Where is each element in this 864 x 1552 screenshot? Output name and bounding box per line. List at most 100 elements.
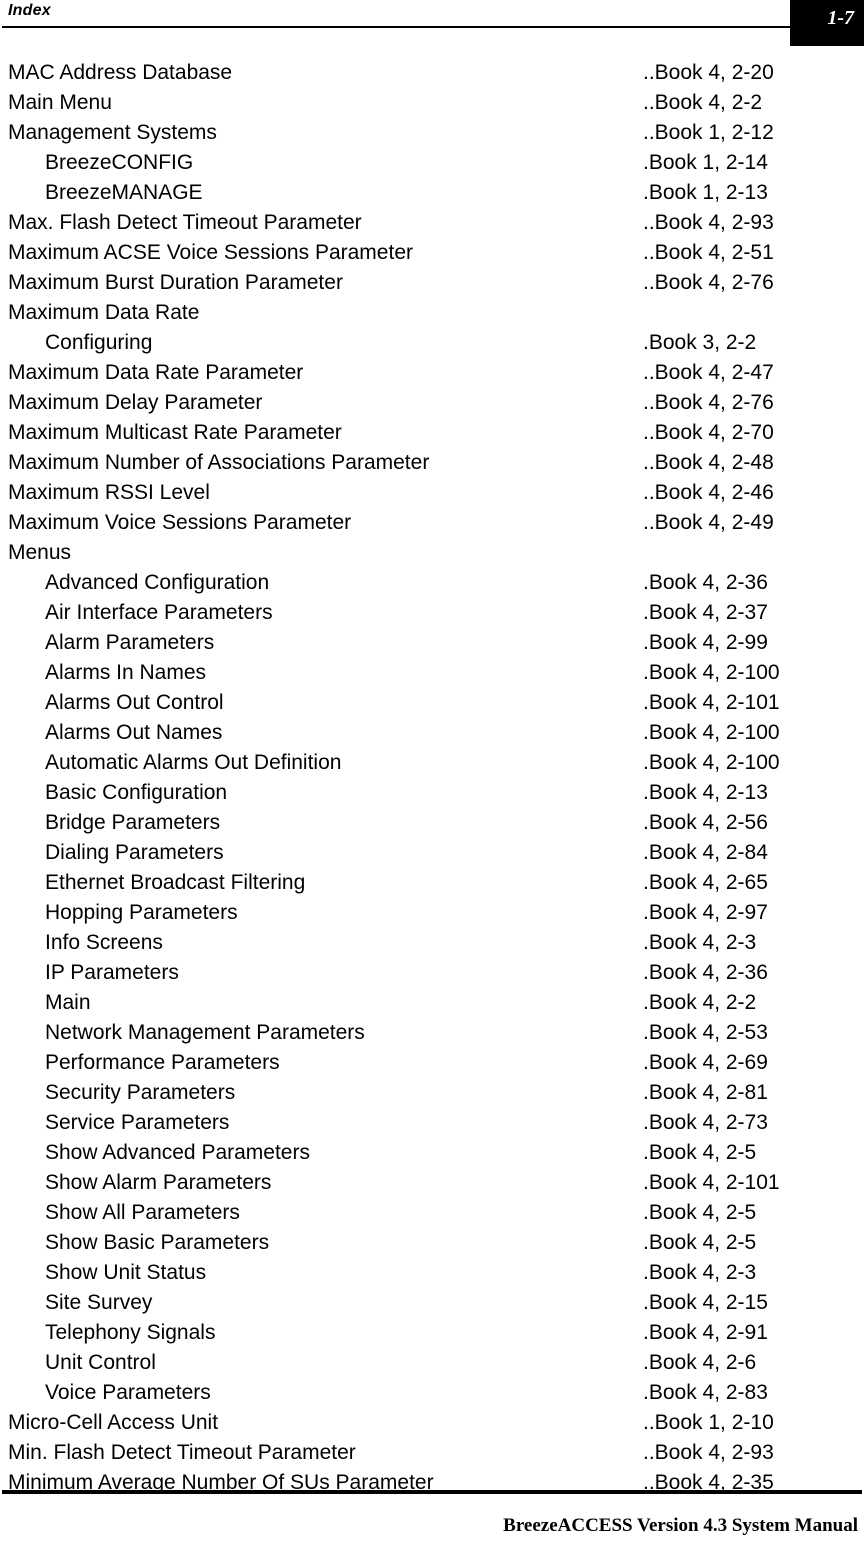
index-entry[interactable]: Alarms Out Control .Book 4, 2-101 (0, 688, 864, 718)
index-entry[interactable]: Network Management Parameters .Book 4, 2-… (0, 1018, 864, 1048)
index-entry-reference: .Book 4, 2-101 (643, 1171, 780, 1194)
index-entry-term: Bridge Parameters (45, 811, 221, 834)
index-entry[interactable]: Maximum Burst Duration Parameter ..Book 4… (0, 268, 864, 298)
index-entry[interactable]: Maximum Multicast Rate Parameter ..Book 4… (0, 418, 864, 448)
index-entry-term: Menus (8, 541, 72, 564)
index-entry[interactable]: Maximum Voice Sessions Parameter ..Book 4… (0, 508, 864, 538)
index-entry-reference: ..Book 4, 2-70 (643, 421, 774, 444)
index-entry[interactable]: Alarms Out Names .Book 4, 2-100 (0, 718, 864, 748)
index-entry-term: Management Systems (8, 121, 217, 144)
index-entry[interactable]: Configuring .Book 3, 2-2 (0, 328, 864, 358)
index-entry[interactable]: Show Advanced Parameters .Book 4, 2-5 (0, 1138, 864, 1168)
index-entry[interactable]: Micro-Cell Access Unit ..Book 1, 2-10 (0, 1408, 864, 1438)
index-entry[interactable]: Max. Flash Detect Timeout Parameter ..Boo… (0, 208, 864, 238)
index-entry-term: Maximum Voice Sessions Parameter (8, 511, 352, 534)
index-entry[interactable]: Automatic Alarms Out Definition .Book 4, … (0, 748, 864, 778)
index-entry[interactable]: Dialing Parameters .Book 4, 2-84 (0, 838, 864, 868)
index-entry-reference: .Book 4, 2-36 (643, 571, 768, 594)
index-entry-reference: .Book 4, 2-100 (643, 751, 780, 774)
index-entry[interactable]: Min. Flash Detect Timeout Parameter ..Boo… (0, 1438, 864, 1468)
index-entry-term: Maximum Delay Parameter (8, 391, 263, 414)
index-entry-term: Advanced Configuration (45, 571, 270, 594)
index-entry-term: Air Interface Parameters (45, 601, 273, 624)
page-number-badge: 1-7 (790, 0, 864, 46)
index-entry-term: Configuring (45, 331, 153, 354)
index-entry[interactable]: Site Survey .Book 4, 2-15 (0, 1288, 864, 1318)
index-entry-reference: .Book 4, 2-5 (643, 1231, 757, 1254)
index-entry[interactable]: Maximum Delay Parameter ..Book 4, 2-76 (0, 388, 864, 418)
index-entry-term: Alarm Parameters (45, 631, 215, 654)
index-entry[interactable]: Air Interface Parameters .Book 4, 2-37 (0, 598, 864, 628)
index-entry-term: Ethernet Broadcast Filtering (45, 871, 306, 894)
index-entry-reference: ..Book 4, 2-76 (643, 391, 774, 414)
index-entry-term: Unit Control (45, 1351, 156, 1374)
index-entry[interactable]: Show Unit Status .Book 4, 2-3 (0, 1258, 864, 1288)
index-entry[interactable]: Alarms In Names .Book 4, 2-100 (0, 658, 864, 688)
index-entry-term: Maximum Data Rate Parameter (8, 361, 304, 384)
index-entry-term: Maximum Data Rate (8, 301, 200, 324)
index-entry[interactable]: Maximum Data Rate Parameter ..Book 4, 2-4… (0, 358, 864, 388)
index-entry-term: Network Management Parameters (45, 1021, 365, 1044)
index-entry[interactable]: Bridge Parameters .Book 4, 2-56 (0, 808, 864, 838)
index-entry-reference: .Book 1, 2-14 (643, 151, 768, 174)
index-entry-term: Maximum ACSE Voice Sessions Parameter (8, 241, 413, 264)
index-entry[interactable]: Maximum RSSI Level ..Book 4, 2-46 (0, 478, 864, 508)
index-entry-reference: ..Book 4, 2-93 (643, 211, 774, 234)
index-entry[interactable]: Show All Parameters .Book 4, 2-5 (0, 1198, 864, 1228)
index-entry[interactable]: Security Parameters .Book 4, 2-81 (0, 1078, 864, 1108)
index-entry-reference: ..Book 4, 2-2 (643, 91, 763, 114)
index-entry-reference: ..Book 4, 2-47 (643, 361, 774, 384)
page-number-text: 1-7 (827, 7, 854, 29)
index-entry[interactable]: Voice Parameters .Book 4, 2-83 (0, 1378, 864, 1408)
index-entry-reference: .Book 4, 2-37 (643, 601, 768, 624)
index-entry[interactable]: BreezeCONFIG .Book 1, 2-14 (0, 148, 864, 178)
index-entry-term: Performance Parameters (45, 1051, 280, 1074)
index-entry-reference: .Book 4, 2-73 (643, 1111, 768, 1134)
index-entry-reference: .Book 4, 2-56 (643, 811, 768, 834)
index-entry-term: Automatic Alarms Out Definition (45, 751, 342, 774)
index-entry[interactable]: Show Alarm Parameters .Book 4, 2-101 (0, 1168, 864, 1198)
index-entry[interactable]: Ethernet Broadcast Filtering .Book 4, 2-6… (0, 868, 864, 898)
index-entry-term: Min. Flash Detect Timeout Parameter (8, 1441, 356, 1464)
index-entry[interactable]: Unit Control .Book 4, 2-6 (0, 1348, 864, 1378)
index-entry-term: Maximum Number of Associations Parameter (8, 451, 430, 474)
index-entry[interactable]: Basic Configuration .Book 4, 2-13 (0, 778, 864, 808)
index-entry[interactable]: Maximum ACSE Voice Sessions Parameter ..B… (0, 238, 864, 268)
index-entry-term: Show Basic Parameters (45, 1231, 270, 1254)
index-entry[interactable]: Main Menu ..Book 4, 2-2 (0, 88, 864, 118)
index-entry-reference: .Book 4, 2-3 (643, 1261, 757, 1284)
page-header: Index 1-7 (0, 0, 864, 48)
index-entry-reference: ..Book 4, 2-48 (643, 451, 774, 474)
index-entry[interactable]: IP Parameters .Book 4, 2-36 (0, 958, 864, 988)
index-entry-reference: .Book 4, 2-100 (643, 661, 780, 684)
index-entry[interactable]: Management Systems ..Book 1, 2-12 (0, 118, 864, 148)
index-entry[interactable]: Main .Book 4, 2-2 (0, 988, 864, 1018)
index-entry[interactable]: Advanced Configuration .Book 4, 2-36 (0, 568, 864, 598)
footer-manual-title: BreezeACCESS Version 4.3 System Manual (503, 1515, 858, 1536)
index-entry-reference: .Book 4, 2-65 (643, 871, 768, 894)
index-entry-term: Voice Parameters (45, 1381, 211, 1404)
index-entry-reference: .Book 4, 2-97 (643, 901, 768, 924)
index-entry[interactable]: Performance Parameters .Book 4, 2-69 (0, 1048, 864, 1078)
index-entry-reference: .Book 4, 2-3 (643, 931, 757, 954)
footer-divider-rule (2, 1490, 862, 1494)
index-entry[interactable]: Show Basic Parameters .Book 4, 2-5 (0, 1228, 864, 1258)
index-entry-term: BreezeMANAGE (45, 181, 203, 204)
header-section-title: Index (8, 2, 51, 19)
index-entry[interactable]: Menus (0, 538, 864, 568)
index-entry-reference: .Book 4, 2-99 (643, 631, 768, 654)
index-entry[interactable]: Maximum Number of Associations Parameter… (0, 448, 864, 478)
index-entry[interactable]: Telephony Signals .Book 4, 2-91 (0, 1318, 864, 1348)
index-entry-reference: .Book 4, 2-5 (643, 1141, 757, 1164)
index-entry[interactable]: Maximum Data Rate (0, 298, 864, 328)
index-entry[interactable]: Alarm Parameters .Book 4, 2-99 (0, 628, 864, 658)
index-entry-reference: .Book 4, 2-6 (643, 1351, 757, 1374)
index-entry-list: MAC Address Database ..Book 4, 2-20 Main M… (0, 58, 864, 1498)
index-entry[interactable]: Hopping Parameters .Book 4, 2-97 (0, 898, 864, 928)
index-entry[interactable]: Service Parameters .Book 4, 2-73 (0, 1108, 864, 1138)
index-entry[interactable]: Info Screens .Book 4, 2-3 (0, 928, 864, 958)
index-entry[interactable]: MAC Address Database ..Book 4, 2-20 (0, 58, 864, 88)
index-entry[interactable]: BreezeMANAGE .Book 1, 2-13 (0, 178, 864, 208)
index-entry-term: Telephony Signals (45, 1321, 216, 1344)
index-entry-reference: ..Book 4, 2-49 (643, 511, 774, 534)
